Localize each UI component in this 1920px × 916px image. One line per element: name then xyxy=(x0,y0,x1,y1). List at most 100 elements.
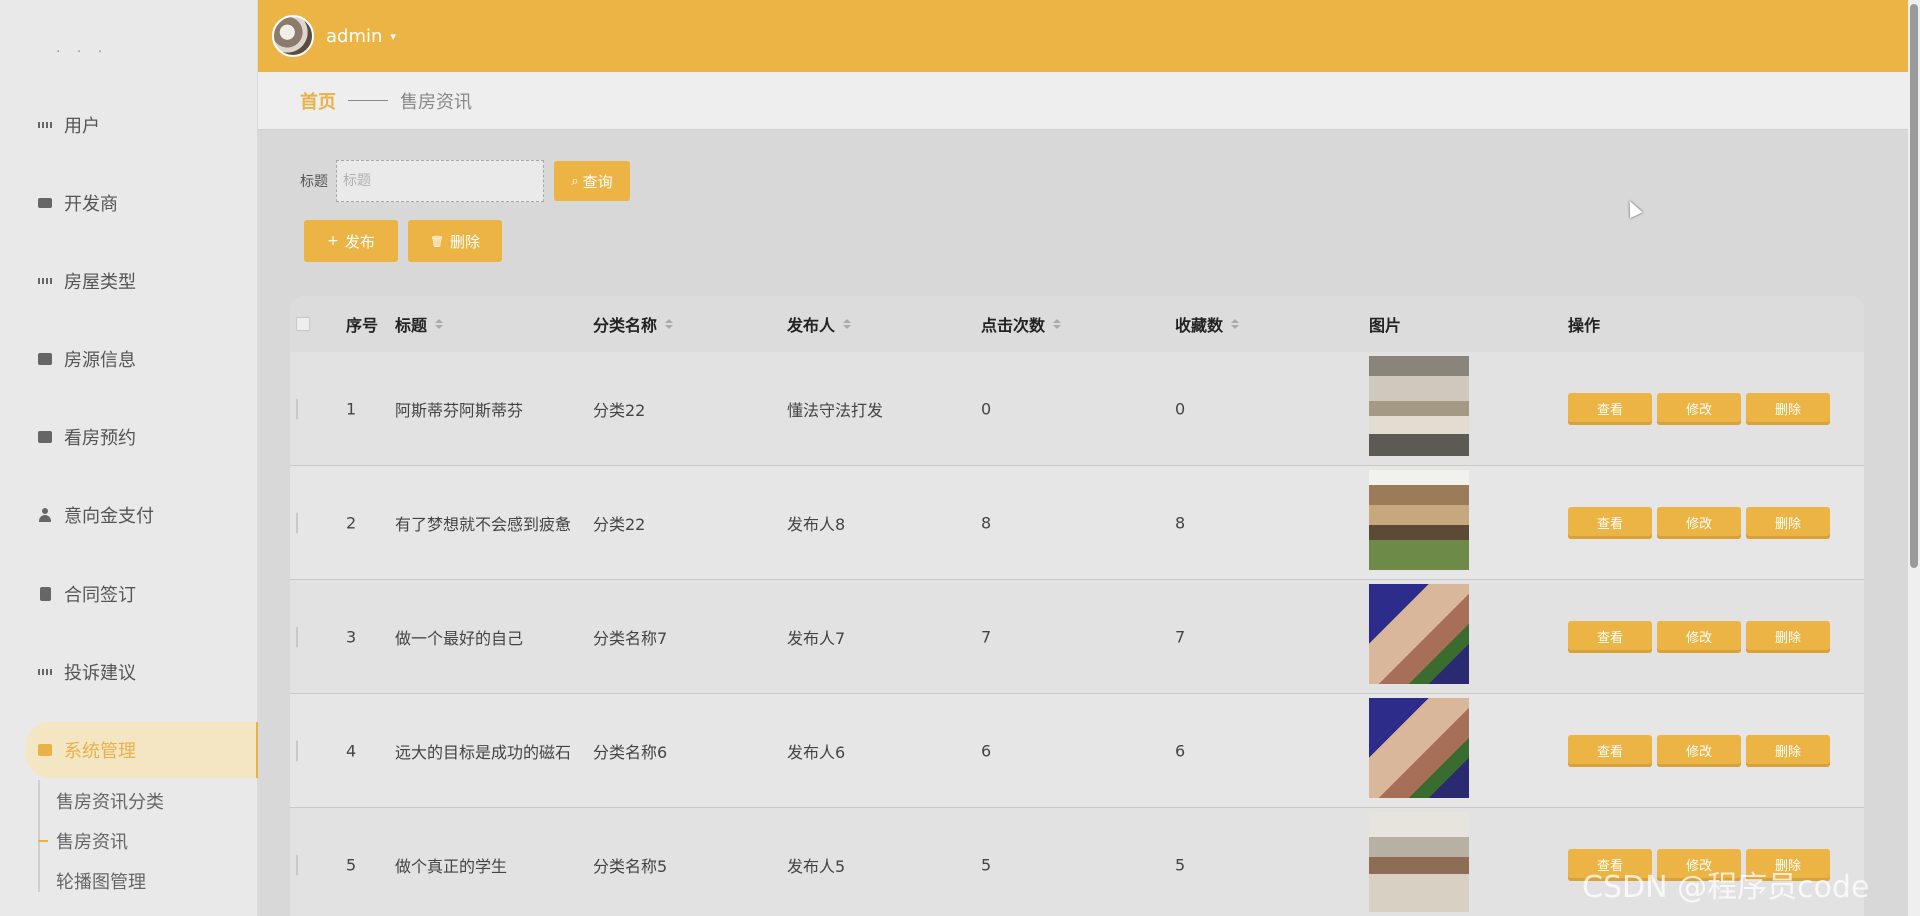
cell-category: 分类名称5 xyxy=(593,856,668,876)
cell-category: 分类名称6 xyxy=(593,742,668,762)
cell-index: 1 xyxy=(346,399,357,418)
breadcrumb: 首页 售房资讯 xyxy=(258,72,1908,130)
table-row: 1 阿斯蒂芬阿斯蒂芬 分类22 懂法守法打发 0 0 查看 修改 删除 xyxy=(290,352,1864,466)
submenu-item-carousel[interactable]: 轮播图管理 xyxy=(56,868,146,894)
search-input[interactable] xyxy=(336,160,544,202)
add-button[interactable]: + 发布 xyxy=(304,220,398,262)
cell-favorites: 8 xyxy=(1175,513,1186,532)
search-row: 标题 ⌕ 查询 xyxy=(300,160,630,202)
breadcrumb-home[interactable]: 首页 xyxy=(300,88,336,114)
house-thumbnail[interactable] xyxy=(1369,356,1469,456)
sort-icon[interactable] xyxy=(1231,319,1240,329)
row-checkbox[interactable] xyxy=(296,626,298,647)
col-clicks[interactable]: 点击次数 xyxy=(981,312,1062,336)
sidebar: · · · 用户 开发商 房屋类型 房源信息 看房预约 意向金支付 合同签订 投… xyxy=(0,0,258,916)
sidebar-item-viewing[interactable]: 看房预约 xyxy=(0,415,258,459)
row-checkbox[interactable] xyxy=(296,398,298,419)
search-icon: ⌕ xyxy=(571,173,579,189)
grid-icon xyxy=(38,118,52,132)
table-header: 序号 标题 分类名称 发布人 点击次数 收藏数 图片 操作 xyxy=(290,296,1864,352)
breadcrumb-separator xyxy=(348,100,388,101)
table-row: 2 有了梦想就不会感到疲惫 分类22 发布人8 8 8 查看 修改 删除 xyxy=(290,466,1864,580)
row-delete-button[interactable]: 删除 xyxy=(1746,392,1830,425)
breadcrumb-current: 售房资讯 xyxy=(400,91,472,113)
row-delete-button[interactable]: 删除 xyxy=(1746,734,1830,767)
col-category-label: 分类名称 xyxy=(593,316,658,335)
row-checkbox[interactable] xyxy=(296,512,298,533)
cell-title: 做个真正的学生 xyxy=(395,856,508,876)
delete-button[interactable]: 🗑 删除 xyxy=(408,220,502,262)
query-button[interactable]: ⌕ 查询 xyxy=(554,161,630,201)
sidebar-item-complaints[interactable]: 投诉建议 xyxy=(0,650,258,694)
avatar[interactable] xyxy=(272,15,314,57)
news-table: 序号 标题 分类名称 发布人 点击次数 收藏数 图片 操作 1 阿斯蒂芬阿斯蒂芬… xyxy=(290,296,1864,916)
sort-icon[interactable] xyxy=(665,319,674,329)
edit-button[interactable]: 修改 xyxy=(1657,506,1741,539)
sidebar-item-users[interactable]: 用户 xyxy=(0,103,258,147)
cell-index: 5 xyxy=(346,855,357,874)
user-icon xyxy=(38,508,52,522)
row-delete-button[interactable]: 删除 xyxy=(1746,620,1830,653)
wallet-icon xyxy=(38,196,52,210)
trash-icon: 🗑 xyxy=(430,234,444,248)
monitor-icon xyxy=(38,743,52,757)
scrollbar-thumb[interactable] xyxy=(1910,4,1918,568)
table-row: 4 远大的目标是成功的磁石 分类名称6 发布人6 6 6 查看 修改 删除 xyxy=(290,694,1864,808)
sidebar-logo-dots: · · · xyxy=(56,44,109,60)
house-thumbnail[interactable] xyxy=(1369,698,1469,798)
view-button[interactable]: 查看 xyxy=(1568,506,1652,539)
edit-button[interactable]: 修改 xyxy=(1657,734,1741,767)
row-operations: 查看 修改 删除 xyxy=(1568,392,1835,425)
view-button[interactable]: 查看 xyxy=(1568,620,1652,653)
col-publisher-label: 发布人 xyxy=(787,316,836,335)
edit-button[interactable]: 修改 xyxy=(1657,620,1741,653)
action-row: + 发布 🗑 删除 xyxy=(304,220,512,262)
cell-publisher: 发布人8 xyxy=(787,514,846,534)
clipboard-icon xyxy=(38,587,52,601)
cell-title: 做一个最好的自己 xyxy=(395,628,524,648)
cell-publisher: 发布人5 xyxy=(787,856,846,876)
submenu-item-news-category[interactable]: 售房资讯分类 xyxy=(56,788,164,814)
sidebar-item-developer[interactable]: 开发商 xyxy=(0,181,258,225)
view-button[interactable]: 查看 xyxy=(1568,734,1652,767)
search-label: 标题 xyxy=(300,174,328,190)
col-publisher[interactable]: 发布人 xyxy=(787,312,852,336)
mouse-cursor-icon xyxy=(1623,197,1643,219)
col-title[interactable]: 标题 xyxy=(395,312,444,336)
sort-icon[interactable] xyxy=(843,319,852,329)
row-delete-button[interactable]: 删除 xyxy=(1746,506,1830,539)
sidebar-item-label: 用户 xyxy=(64,116,100,137)
vertical-scrollbar[interactable] xyxy=(1908,0,1920,916)
chevron-down-icon[interactable]: ▾ xyxy=(390,30,396,43)
sort-icon[interactable] xyxy=(1053,319,1062,329)
cell-category: 分类22 xyxy=(593,514,646,534)
sidebar-item-house-type[interactable]: 房屋类型 xyxy=(0,259,258,303)
sort-icon[interactable] xyxy=(435,319,444,329)
col-favorites-label: 收藏数 xyxy=(1175,316,1224,335)
sidebar-item-deposit[interactable]: 意向金支付 xyxy=(0,493,258,537)
col-category[interactable]: 分类名称 xyxy=(593,312,674,336)
sidebar-item-contract[interactable]: 合同签订 xyxy=(0,572,258,616)
sidebar-item-system[interactable]: 系统管理 xyxy=(26,722,258,778)
house-thumbnail[interactable] xyxy=(1369,584,1469,684)
cell-category: 分类22 xyxy=(593,400,646,420)
row-checkbox[interactable] xyxy=(296,854,298,875)
view-button[interactable]: 查看 xyxy=(1568,392,1652,425)
sidebar-item-label: 意向金支付 xyxy=(64,506,154,527)
grid-icon xyxy=(38,665,52,679)
col-favorites[interactable]: 收藏数 xyxy=(1175,312,1240,336)
cell-clicks: 6 xyxy=(981,741,992,760)
select-all-checkbox[interactable] xyxy=(296,317,310,331)
cell-publisher: 发布人7 xyxy=(787,628,846,648)
cell-index: 4 xyxy=(346,741,357,760)
submenu-item-news[interactable]: 售房资讯 xyxy=(56,828,128,854)
cell-favorites: 6 xyxy=(1175,741,1186,760)
house-thumbnail[interactable] xyxy=(1369,812,1469,912)
submenu-active-marker xyxy=(38,840,48,842)
house-thumbnail[interactable] xyxy=(1369,470,1469,570)
row-checkbox[interactable] xyxy=(296,740,298,761)
sidebar-item-listings[interactable]: 房源信息 xyxy=(0,337,258,381)
row-operations: 查看 修改 删除 xyxy=(1568,506,1835,539)
edit-button[interactable]: 修改 xyxy=(1657,392,1741,425)
username[interactable]: admin xyxy=(326,26,382,47)
